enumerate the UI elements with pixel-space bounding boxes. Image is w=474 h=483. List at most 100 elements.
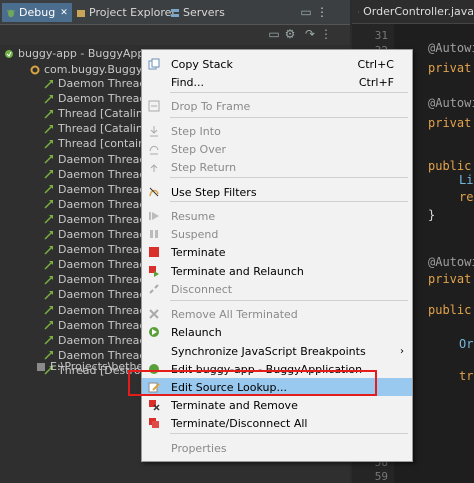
menu-separator xyxy=(170,92,408,93)
menu-separator xyxy=(170,177,408,178)
tree-thread-row[interactable]: Daemon Thread [ xyxy=(44,197,154,212)
menu-item-label: Resume xyxy=(171,209,216,223)
code-line: @Autowi xyxy=(428,255,474,269)
tree-row-label: Daemon Thread [ xyxy=(58,288,155,302)
tab-label: Servers xyxy=(183,6,225,19)
step-return-icon xyxy=(150,164,158,172)
menu-item-terminate-disconnect-all[interactable]: Terminate/Disconnect All xyxy=(142,414,412,432)
menu-item-label: Terminate xyxy=(171,245,226,259)
view-menu-icon[interactable]: ⋮ xyxy=(316,6,328,18)
tree-thread-row[interactable]: Daemon Thread [ xyxy=(44,182,154,197)
minimize-icon[interactable]: ▭ xyxy=(300,6,312,18)
menu-item-disconnect[interactable]: Disconnect xyxy=(142,280,412,298)
tree-thread-row[interactable]: Daemon Thread [ xyxy=(44,76,154,91)
editor-tab-label: OrderController.java xyxy=(363,5,474,18)
code-line: @Autowi xyxy=(428,96,474,110)
thread-icon xyxy=(44,275,53,285)
menu-item-label: Synchronize JavaScript Breakpoints xyxy=(171,344,366,358)
code-line: privat xyxy=(428,272,472,286)
menu-item-synchronize-javascript-breakpoints[interactable]: Synchronize JavaScript Breakpoints › xyxy=(142,342,412,360)
step-over-icon xyxy=(149,145,159,155)
thread-icon xyxy=(44,215,53,224)
thread-icon xyxy=(44,109,53,119)
tree-thread-row[interactable]: Thread [container xyxy=(44,136,156,151)
menu-item-terminate-and-remove[interactable]: Terminate and Remove xyxy=(142,396,412,414)
menu-item-label: Suspend xyxy=(171,227,219,241)
tree-row-label: Daemon Thread [ xyxy=(58,152,155,166)
tree-thread-row[interactable]: Daemon Thread [ xyxy=(44,303,154,318)
tree-thread-row[interactable]: Daemon Thread [ xyxy=(44,257,154,272)
bug-icon xyxy=(7,9,15,17)
menu-item-remove-all-terminated[interactable]: Remove All Terminated xyxy=(142,305,412,323)
thread-icon xyxy=(44,306,53,315)
thread-icon xyxy=(44,321,53,330)
menu-item-label: Relaunch xyxy=(171,325,222,339)
resume-icon xyxy=(149,212,159,220)
tab-project-explorer[interactable]: Project Explorer xyxy=(76,3,176,22)
thread-icon xyxy=(44,200,53,209)
menu-item-find[interactable]: Find... Ctrl+F xyxy=(142,73,412,91)
menu-item-terminate-and-relaunch[interactable]: Terminate and Relaunch xyxy=(142,262,412,280)
tree-row-label: Daemon Thread [ xyxy=(58,228,155,241)
menu-item-label: Disconnect xyxy=(171,282,233,296)
tree-row-label: Daemon Thread [ xyxy=(58,182,155,196)
menu-item-drop-to-frame[interactable]: Drop To Frame xyxy=(142,97,412,115)
editor-tab[interactable]: OrderController.java xyxy=(352,0,474,24)
disconnect-icon xyxy=(149,284,159,294)
menu-item-terminate[interactable]: Terminate xyxy=(142,243,412,261)
menu-item-use-step-filters[interactable]: Use Step Filters xyxy=(142,183,412,201)
tab-debug[interactable]: Debug ✕ xyxy=(2,3,72,22)
collapse-icon[interactable]: ▭ xyxy=(268,28,280,40)
layout-icon[interactable]: ⚙ xyxy=(284,28,296,40)
menu-item-label: Terminate and Relaunch xyxy=(171,264,304,278)
tree-row-label: Daemon Thread [ xyxy=(58,92,155,106)
menu-item-step-return[interactable]: Step Return xyxy=(142,158,412,176)
step-into-icon xyxy=(150,126,158,137)
tree-thread-row[interactable]: Daemon Thread [ xyxy=(44,152,154,167)
thread-icon xyxy=(44,79,53,89)
tree-row-label: Daemon Thread [ xyxy=(58,258,155,272)
code-line: tr xyxy=(459,369,474,383)
menu-item-suspend[interactable]: Suspend xyxy=(142,225,412,243)
menu-item-copy-stack[interactable]: Copy Stack Ctrl+C xyxy=(142,55,412,73)
menu-item-step-into[interactable]: Step Into xyxy=(142,122,412,140)
menu-item-shortcut: Ctrl+F xyxy=(358,75,394,89)
tree-thread-row[interactable]: Daemon Thread [ xyxy=(44,272,154,287)
tree-thread-row[interactable]: Daemon Thread [ xyxy=(44,212,154,227)
menu-item-resume[interactable]: Resume xyxy=(142,207,412,225)
thread-icon xyxy=(44,155,53,164)
menu-item-label: Terminate/Disconnect All xyxy=(171,416,308,430)
thread-icon xyxy=(44,245,53,255)
thread-icon xyxy=(44,336,53,345)
more-icon[interactable]: ⋮ xyxy=(320,28,332,40)
menu-item-label: Terminate and Remove xyxy=(171,398,298,412)
menu-separator xyxy=(170,433,408,434)
menu-item-relaunch[interactable]: Relaunch xyxy=(142,323,412,341)
close-icon[interactable]: ✕ xyxy=(60,8,68,18)
tree-thread-row[interactable]: Daemon Thread [ xyxy=(44,318,154,333)
servers-icon xyxy=(171,8,179,17)
tree-row-label: Daemon Thread [ xyxy=(58,77,155,90)
menu-item-label: Use Step Filters xyxy=(171,185,257,199)
code-line: @Autowi xyxy=(428,41,474,55)
tree-thread-row[interactable]: Daemon Thread [ xyxy=(44,167,154,182)
tree-thread-row[interactable]: Daemon Thread [ xyxy=(44,333,154,348)
step-icon[interactable]: ↷ xyxy=(304,28,316,40)
tree-thread-row[interactable]: Daemon Thread [ xyxy=(44,91,154,106)
tree-thread-row[interactable]: Daemon Thread [ xyxy=(44,227,154,242)
menu-item-step-over[interactable]: Step Over xyxy=(142,140,412,158)
menu-separator xyxy=(170,300,408,301)
submenu-arrow-icon: › xyxy=(400,345,404,357)
tree-thread-row[interactable]: Daemon Thread [ xyxy=(44,242,154,257)
code-line: Or xyxy=(459,337,474,351)
tab-servers[interactable]: Servers xyxy=(170,3,225,22)
suspend-icon xyxy=(150,230,158,238)
context-menu: Copy Stack Ctrl+C Find... Ctrl+F Drop To Fra… xyxy=(141,49,413,462)
tab-label: Debug xyxy=(19,6,56,19)
menu-item-label: Drop To Frame xyxy=(171,99,251,113)
terminate-all-icon xyxy=(149,418,159,428)
highlight-box xyxy=(128,370,377,396)
tree-thread-row[interactable]: Daemon Thread [ xyxy=(44,287,154,302)
terminate-icon xyxy=(149,247,159,257)
menu-item-properties[interactable]: Properties xyxy=(142,439,412,457)
